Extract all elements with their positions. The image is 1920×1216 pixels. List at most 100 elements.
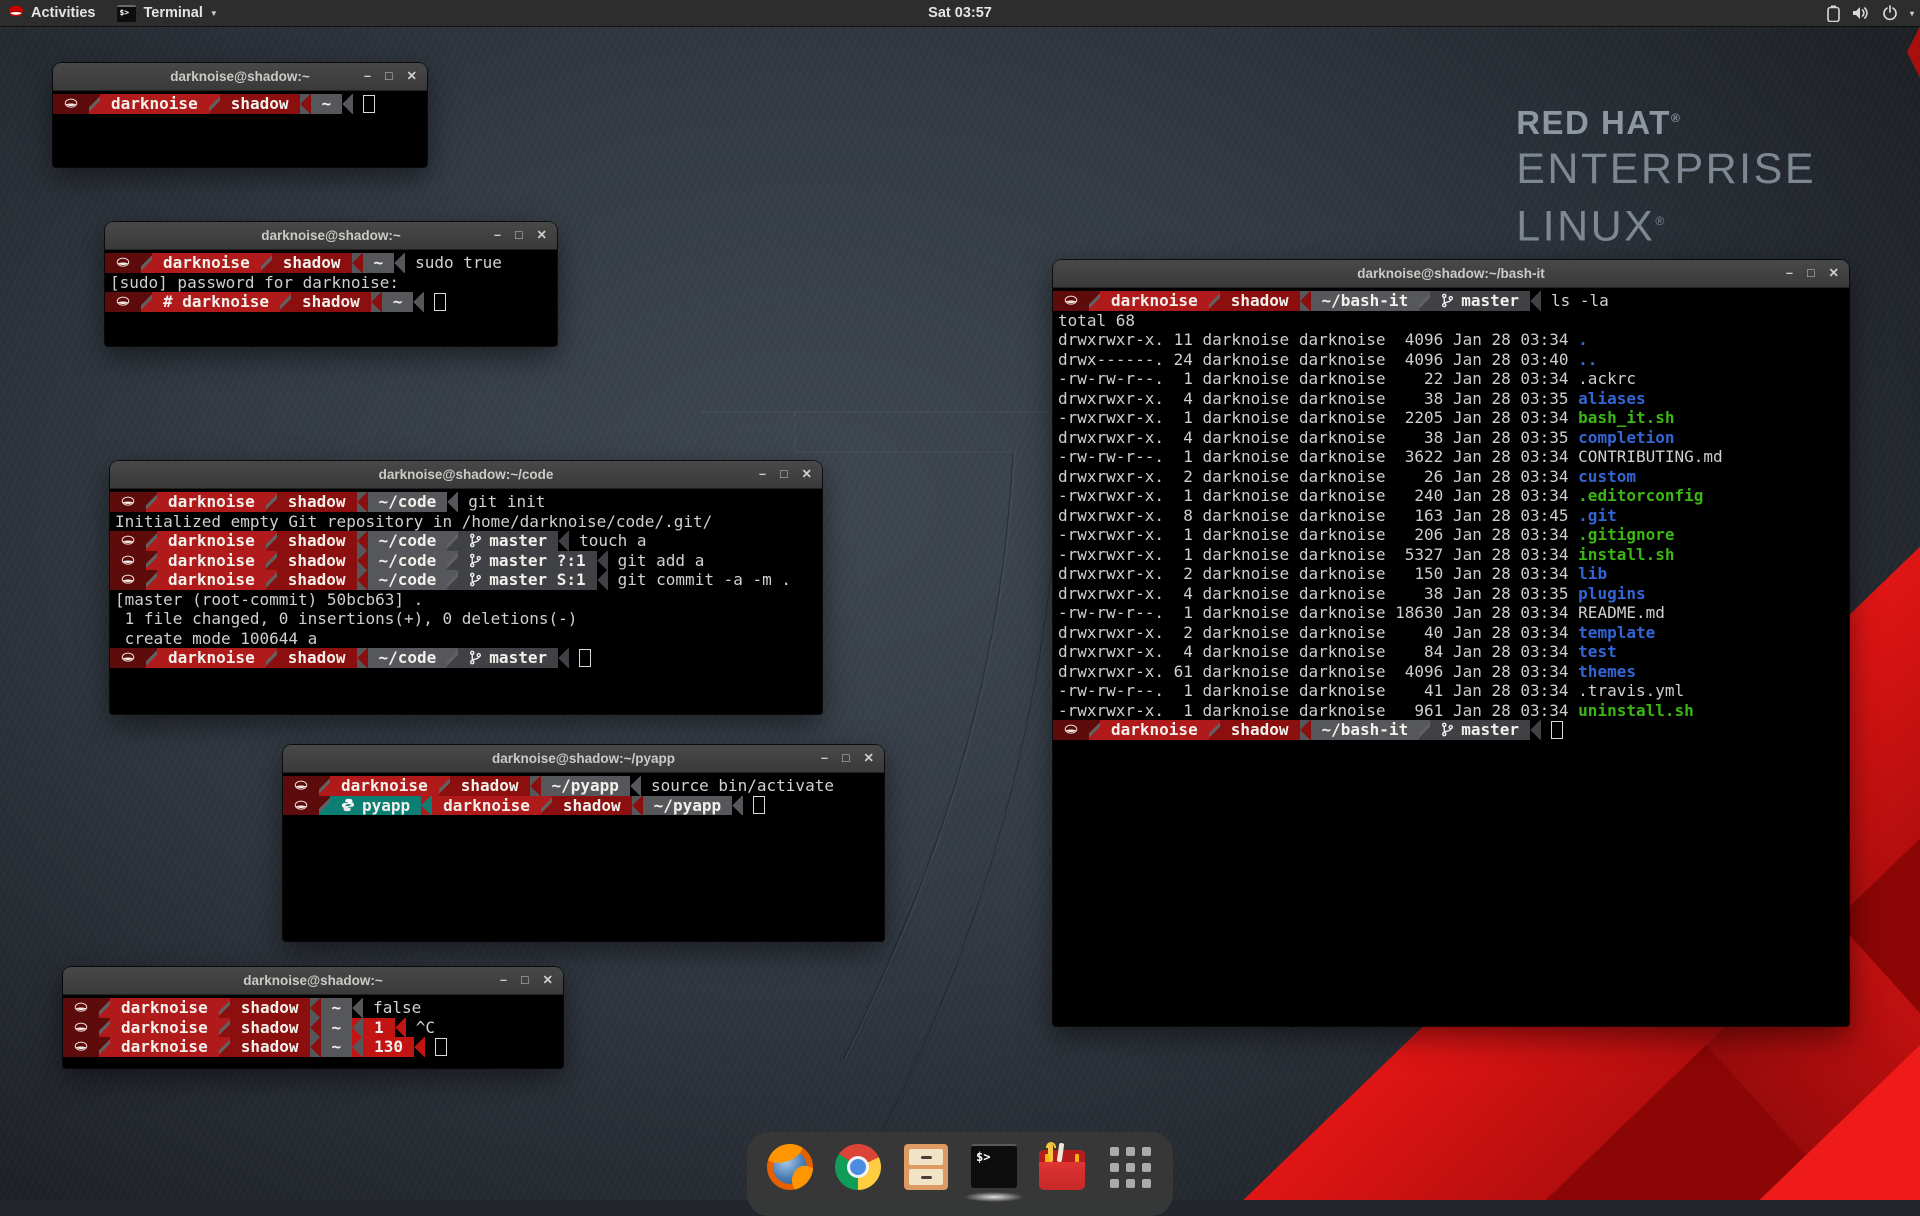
terminal-content[interactable]: darknoiseshadow~/bash-itmasterls -latota… xyxy=(1053,288,1849,1029)
window-controls: –□ ✕ xyxy=(494,222,547,249)
output-text: Initialized empty Git repository in /hom… xyxy=(115,512,712,532)
powerline-separator xyxy=(732,796,743,816)
prompt-segment-text: darknoise xyxy=(168,531,255,551)
file-name: lib xyxy=(1578,564,1607,584)
powerline-separator xyxy=(352,998,363,1018)
window-titlebar[interactable]: darknoise@shadow:~–□✕ xyxy=(105,222,557,250)
minimize-button[interactable]: – xyxy=(821,745,828,772)
window-titlebar[interactable]: darknoise@shadow:~/code–□✕ xyxy=(110,461,822,489)
prompt-segment-redhat xyxy=(283,776,319,796)
dock-item-chrome[interactable] xyxy=(835,1144,881,1190)
powerline-separator xyxy=(632,796,643,816)
dock-item-app-grid[interactable] xyxy=(1107,1144,1153,1190)
ls-line-meta: drwxrwxr-x. 11 darknoise darknoise 4096 … xyxy=(1058,330,1578,350)
powerline-separator xyxy=(141,253,152,273)
prompt-segment-text: shadow xyxy=(288,648,346,668)
terminal-content[interactable]: darknoiseshadow~falsedarknoiseshadow~1^C… xyxy=(63,995,563,1071)
window-titlebar[interactable]: darknoise@shadow:~–□✕ xyxy=(53,63,427,91)
dock-item-files[interactable] xyxy=(903,1144,949,1190)
terminal-line: darknoiseshadow~1^C xyxy=(63,1018,563,1038)
window-title: darknoise@shadow:~/pyapp xyxy=(283,745,884,772)
ls-line-meta: drwxrwxr-x. 4 darknoise darknoise 84 Jan… xyxy=(1058,642,1578,662)
activities-button[interactable]: Activities xyxy=(0,0,107,26)
close-button[interactable]: ✕ xyxy=(543,967,553,994)
terminal-window-home-1[interactable]: darknoise@shadow:~–□✕darknoiseshadow~ xyxy=(53,63,427,167)
prompt-segment: ~/bash-it xyxy=(1311,291,1420,311)
prompt-segment: ~ xyxy=(321,1037,353,1057)
dock-item-toolbox[interactable] xyxy=(1039,1144,1085,1190)
ls-line-meta: -rwxrwxr-x. 1 darknoise darknoise 961 Ja… xyxy=(1058,701,1578,721)
close-button[interactable]: ✕ xyxy=(1829,260,1839,287)
terminal-content[interactable]: darknoiseshadow~/pyappsource bin/activat… xyxy=(283,773,884,944)
terminal-line: drwxrwxr-x. 8 darknoise darknoise 163 Ja… xyxy=(1053,506,1849,526)
powerline-separator xyxy=(394,253,405,273)
prompt-segment: shadow xyxy=(291,292,371,312)
prompt-segment-text: master xyxy=(489,648,547,668)
redhat-logo-icon xyxy=(8,5,24,22)
ls-line-meta: drwxrwxr-x. 2 darknoise darknoise 26 Jan… xyxy=(1058,467,1578,487)
minimize-button[interactable]: – xyxy=(1786,260,1793,287)
terminal-content[interactable]: darknoiseshadow~ xyxy=(53,91,427,170)
powerline-separator xyxy=(209,94,220,114)
prompt-segment-text: darknoise xyxy=(1111,720,1198,740)
terminal-line: darknoiseshadow~130 xyxy=(63,1037,563,1057)
command-text: sudo true xyxy=(405,253,502,273)
close-button[interactable]: ✕ xyxy=(407,63,417,90)
maximize-button[interactable]: □ xyxy=(515,222,523,249)
file-name: .ackrc xyxy=(1578,369,1636,389)
terminal-window-sudo[interactable]: darknoise@shadow:~–□✕darknoiseshadow~sud… xyxy=(105,222,557,346)
command-text: ls -la xyxy=(1541,291,1609,311)
terminal-line: [sudo] password for darknoise: xyxy=(105,273,557,293)
dock-item-terminal[interactable]: $> xyxy=(971,1144,1017,1190)
terminal-content[interactable]: darknoiseshadow~sudo true[sudo] password… xyxy=(105,250,557,349)
ls-line-meta: drwxrwxr-x. 4 darknoise darknoise 38 Jan… xyxy=(1058,584,1578,604)
prompt-segment: ~/code xyxy=(368,570,448,590)
redhat-icon xyxy=(294,780,308,791)
ls-line-meta: -rwxrwxr-x. 1 darknoise darknoise 206 Ja… xyxy=(1058,525,1578,545)
maximize-button[interactable]: □ xyxy=(842,745,850,772)
dock-item-firefox[interactable] xyxy=(767,1144,813,1190)
file-name: CONTRIBUTING.md xyxy=(1578,447,1723,467)
prompt-segment: shadow xyxy=(272,253,352,273)
prompt-segment-text: ~ xyxy=(322,94,332,114)
minimize-button[interactable]: – xyxy=(759,461,766,488)
minimize-button[interactable]: – xyxy=(364,63,371,90)
minimize-button[interactable]: – xyxy=(500,967,507,994)
maximize-button[interactable]: □ xyxy=(1807,260,1815,287)
maximize-button[interactable]: □ xyxy=(780,461,788,488)
powerline-separator xyxy=(352,1018,363,1038)
prompt-segment-branch: master xyxy=(458,648,558,668)
close-button[interactable]: ✕ xyxy=(537,222,547,249)
branch-icon xyxy=(469,533,482,548)
ls-line-meta: drwx------. 24 darknoise darknoise 4096 … xyxy=(1058,350,1578,370)
output-text: total 68 xyxy=(1058,311,1135,331)
terminal-content[interactable]: darknoiseshadow~/codegit initInitialized… xyxy=(110,489,822,717)
terminal-line: drwxrwxr-x. 2 darknoise darknoise 40 Jan… xyxy=(1053,623,1849,643)
prompt-segment-text: shadow xyxy=(231,94,289,114)
maximize-button[interactable]: □ xyxy=(385,63,393,90)
terminal-window-code[interactable]: darknoise@shadow:~/code–□✕darknoiseshado… xyxy=(110,461,822,714)
powerline-separator xyxy=(266,531,277,551)
clock[interactable]: Sat 03:57 xyxy=(928,0,992,26)
terminal-line: drwxrwxr-x. 61 darknoise darknoise 4096 … xyxy=(1053,662,1849,682)
powerline-separator xyxy=(414,1037,425,1057)
powerline-separator xyxy=(357,531,368,551)
prompt-segment-text: darknoise xyxy=(121,998,208,1018)
redhat-icon xyxy=(1064,724,1078,735)
terminal-window-pyapp[interactable]: darknoise@shadow:~/pyapp–□ ✕darknoiseshad… xyxy=(283,745,884,941)
powerline-separator xyxy=(1530,291,1541,311)
maximize-button[interactable]: □ xyxy=(521,967,529,994)
close-button[interactable]: ✕ xyxy=(802,461,812,488)
minimize-button[interactable]: – xyxy=(494,222,501,249)
system-status-area[interactable]: ▾ xyxy=(1827,0,1914,26)
window-titlebar[interactable]: darknoise@shadow:~–□✕ xyxy=(63,967,563,995)
close-button[interactable]: ✕ xyxy=(864,745,874,772)
terminal-window-exit-codes[interactable]: darknoise@shadow:~–□✕darknoiseshadow~fal… xyxy=(63,967,563,1068)
window-titlebar[interactable]: darknoise@shadow:~/bash-it–□✕ xyxy=(1053,260,1849,288)
terminal-window-bash-it[interactable]: darknoise@shadow:~/bash-it–□✕darknoisesh… xyxy=(1053,260,1849,1026)
window-titlebar[interactable]: darknoise@shadow:~/pyapp–□ ✕ xyxy=(283,745,884,773)
brand-line-3: LINUX® xyxy=(1516,195,1816,252)
prompt-segment-redhat xyxy=(105,253,141,273)
app-menu-terminal[interactable]: $> Terminal ▼ xyxy=(107,0,227,26)
prompt-segment-redhat xyxy=(63,1018,99,1038)
